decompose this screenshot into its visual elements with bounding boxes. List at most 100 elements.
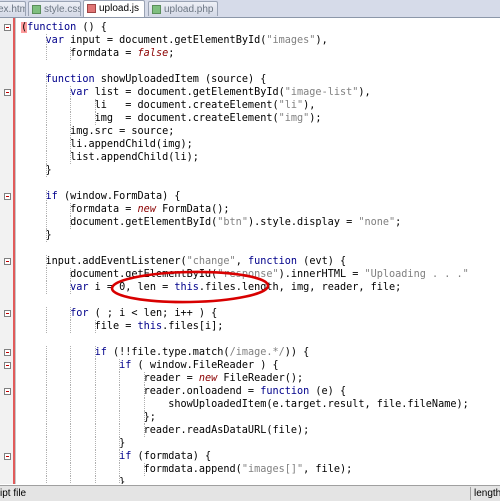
indent-guide xyxy=(94,398,96,411)
indent-guide xyxy=(119,385,121,398)
indent-guide xyxy=(45,385,47,398)
code-line[interactable]: } xyxy=(21,476,125,484)
indent-guide xyxy=(45,229,47,242)
code-line[interactable]: if (formdata) { xyxy=(21,450,211,463)
indent-guide xyxy=(70,112,72,125)
code-line[interactable]: if ( window.FileReader ) { xyxy=(21,359,279,372)
indent-guide xyxy=(94,476,96,484)
code-line[interactable]: reader = new FileReader(); xyxy=(21,372,303,385)
indent-guide xyxy=(45,164,47,177)
fold-toggle-icon[interactable] xyxy=(4,89,11,96)
fold-toggle-icon[interactable] xyxy=(4,362,11,369)
indent-guide xyxy=(70,385,72,398)
indent-guide xyxy=(45,320,47,333)
indent-guide xyxy=(45,450,47,463)
fold-toggle-icon[interactable] xyxy=(4,388,11,395)
tab-style-css[interactable]: style.css xyxy=(28,1,81,16)
indent-guide xyxy=(45,203,47,216)
code-line[interactable]: showUploadedItem(e.target.result, file.f… xyxy=(21,398,469,411)
code-line[interactable]: function showUploadedItem (source) { xyxy=(21,73,266,86)
indent-guide xyxy=(70,307,72,320)
indent-guide xyxy=(45,346,47,359)
indent-guide xyxy=(45,411,47,424)
indent-guide xyxy=(45,255,47,268)
code-line[interactable]: img = document.createElement("img"); xyxy=(21,112,322,125)
indent-guide xyxy=(70,359,72,372)
fold-toggle-icon[interactable] xyxy=(4,258,11,265)
indent-guide xyxy=(70,463,72,476)
indent-guide xyxy=(70,268,72,281)
code-line[interactable]: if (!!file.type.match(/image.*/)) { xyxy=(21,346,309,359)
code-line[interactable]: input.addEventListener("change", functio… xyxy=(21,255,346,268)
indent-guide xyxy=(70,372,72,385)
status-length: length xyxy=(474,488,500,499)
indent-guide xyxy=(70,99,72,112)
code-line[interactable]: li.appendChild(img); xyxy=(21,138,193,151)
fold-toggle-icon[interactable] xyxy=(4,349,11,356)
code-line[interactable]: } xyxy=(21,164,52,177)
code-line[interactable]: reader.readAsDataURL(file); xyxy=(21,424,309,437)
indent-guide xyxy=(94,450,96,463)
code-line[interactable]: formdata.append("images[]", file); xyxy=(21,463,352,476)
indent-guide xyxy=(70,476,72,484)
change-marker-bar xyxy=(13,18,15,484)
code-line[interactable]: } xyxy=(21,437,125,450)
indent-guide xyxy=(70,216,72,229)
code-line[interactable]: if (window.FormData) { xyxy=(21,190,181,203)
code-line[interactable]: li = document.createElement("li"), xyxy=(21,99,315,112)
code-line[interactable]: for ( ; i < len; i++ ) { xyxy=(21,307,217,320)
tab-label: upload.js xyxy=(99,3,140,14)
indent-guide xyxy=(45,34,47,47)
code-line[interactable]: }; xyxy=(21,411,156,424)
indent-guide xyxy=(94,411,96,424)
code-line[interactable]: formdata = false; xyxy=(21,47,174,60)
code-editor[interactable]: (function () { var input = document.getE… xyxy=(19,18,500,484)
indent-guide xyxy=(144,463,145,476)
tab-label: ex.html xyxy=(0,4,25,15)
indent-guide xyxy=(70,320,72,333)
indent-guide xyxy=(70,47,72,60)
indent-guide xyxy=(45,216,47,229)
indent-guide xyxy=(70,125,72,138)
fold-toggle-icon[interactable] xyxy=(4,310,11,317)
indent-guide xyxy=(119,450,121,463)
indent-guide xyxy=(45,424,47,437)
status-bar: ipt file length xyxy=(0,485,500,501)
saved-file-icon xyxy=(152,5,161,14)
tab-upload-js[interactable]: upload.js xyxy=(83,0,145,17)
code-line[interactable]: formdata = new FormData(); xyxy=(21,203,230,216)
indent-guide xyxy=(144,385,145,398)
code-line[interactable]: var i = 0, len = this.files.length, img,… xyxy=(21,281,401,294)
indent-guide xyxy=(45,125,47,138)
code-line[interactable]: (function () { xyxy=(21,21,107,34)
indent-guide xyxy=(94,346,96,359)
fold-toggle-icon[interactable] xyxy=(4,193,11,200)
fold-toggle-icon[interactable] xyxy=(4,453,11,460)
tab-ex-html[interactable]: ex.html xyxy=(0,1,26,16)
code-line[interactable]: } xyxy=(21,229,52,242)
indent-guide xyxy=(45,476,47,484)
indent-guide xyxy=(119,463,121,476)
indent-guide xyxy=(94,320,96,333)
code-line[interactable]: document.getElementById("btn").style.dis… xyxy=(21,216,401,229)
tab-label: style.css xyxy=(44,4,81,15)
indent-guide xyxy=(119,372,121,385)
fold-toggle-icon[interactable] xyxy=(4,24,11,31)
indent-guide xyxy=(70,424,72,437)
code-line[interactable]: img.src = source; xyxy=(21,125,174,138)
code-line[interactable]: document.getElementById("response").inne… xyxy=(21,268,469,281)
indent-guide xyxy=(94,99,96,112)
indent-guide xyxy=(45,151,47,164)
status-separator xyxy=(470,487,471,500)
status-file-type: ipt file xyxy=(0,488,27,499)
indent-guide xyxy=(45,138,47,151)
indent-guide xyxy=(94,112,96,125)
code-line[interactable]: list.appendChild(li); xyxy=(21,151,199,164)
code-line[interactable]: file = this.files[i]; xyxy=(21,320,223,333)
code-line[interactable]: var input = document.getElementById("ima… xyxy=(21,34,328,47)
code-line[interactable]: var list = document.getElementById("imag… xyxy=(21,86,371,99)
code-line[interactable]: reader.onloadend = function (e) { xyxy=(21,385,346,398)
indent-guide xyxy=(70,151,72,164)
tab-upload-php[interactable]: upload.php xyxy=(148,1,218,16)
indent-guide xyxy=(119,411,121,424)
